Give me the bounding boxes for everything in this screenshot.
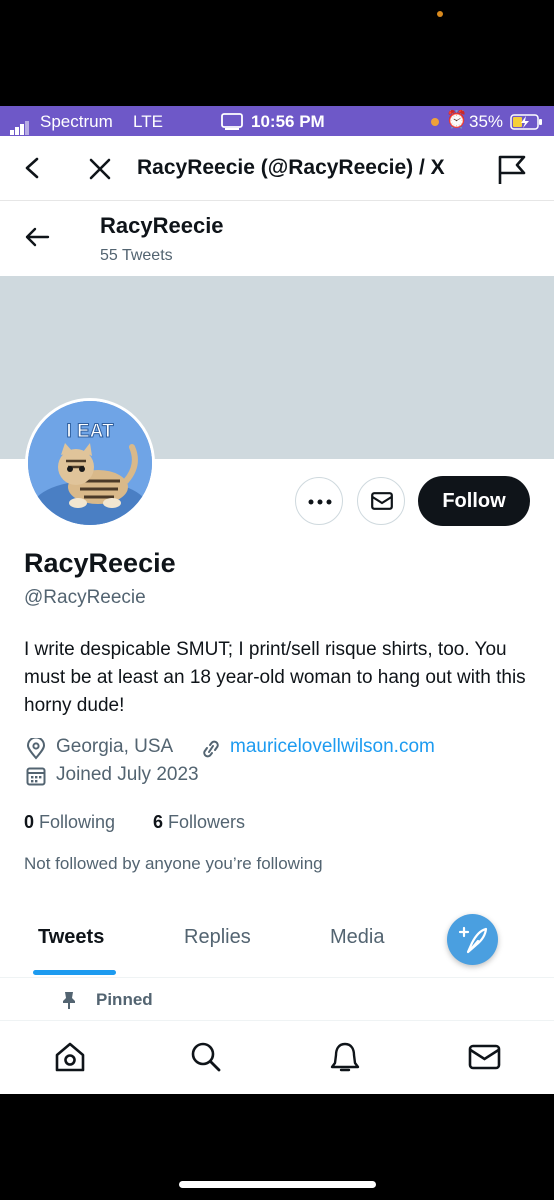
handle: @RacyReecie — [24, 587, 146, 608]
calendar-icon — [26, 767, 46, 786]
battery-icon — [510, 114, 542, 130]
screen-mirror-icon — [221, 113, 243, 130]
back-chevron-icon[interactable] — [22, 156, 44, 180]
flag-icon[interactable] — [496, 153, 530, 187]
pinned-label: Pinned — [96, 990, 153, 1009]
tab-tweets[interactable]: Tweets — [38, 926, 104, 949]
following-count: 0 — [24, 812, 35, 832]
back-arrow-icon[interactable] — [24, 226, 50, 248]
followers-stat[interactable]: 6 Followers — [153, 812, 245, 833]
joined-date: Joined July 2023 — [56, 764, 199, 785]
browser-header: RacyReecie (@RacyReecie) / X — [0, 136, 554, 201]
pin-icon — [63, 992, 75, 1009]
followers-count: 6 — [153, 812, 164, 832]
status-bar: Spectrum LTE 10:56 PM ⏰ 35% — [0, 106, 554, 136]
home-indicator — [179, 1181, 376, 1188]
notifications-icon[interactable] — [329, 1041, 361, 1073]
camera-indicator — [437, 11, 443, 17]
tweet-count: 55 Tweets — [100, 247, 173, 264]
messages-icon[interactable] — [468, 1041, 502, 1073]
not-followed-note: Not followed by anyone you’re following — [24, 854, 323, 873]
followers-label: Followers — [168, 812, 246, 832]
more-icon — [308, 499, 332, 505]
website-link[interactable]: mauricelovellwilson.com — [230, 736, 435, 758]
tab-divider — [0, 977, 554, 978]
link-icon — [203, 740, 219, 758]
avatar-image: I EAT — [28, 401, 152, 525]
search-icon[interactable] — [190, 1041, 222, 1073]
avatar-text: I EAT — [66, 421, 114, 442]
tab-media[interactable]: Media — [330, 926, 384, 949]
alarm-icon: ⏰ — [446, 110, 468, 129]
home-icon[interactable] — [54, 1041, 86, 1073]
location: Georgia, USA — [56, 736, 174, 757]
mail-icon — [371, 492, 393, 510]
location-icon — [26, 738, 46, 760]
avatar[interactable]: I EAT — [25, 398, 155, 528]
follow-button[interactable]: Follow — [418, 476, 530, 526]
signal-icon — [10, 115, 30, 135]
following-stat[interactable]: 0 Following — [24, 812, 115, 833]
clock: 10:56 PM — [251, 112, 325, 131]
tab-replies[interactable]: Replies — [184, 926, 251, 949]
compose-button[interactable] — [447, 914, 498, 965]
carrier-label: Spectrum — [40, 112, 113, 131]
network-label: LTE — [133, 112, 163, 131]
more-button[interactable] — [295, 477, 343, 525]
close-icon[interactable] — [88, 157, 112, 181]
following-label: Following — [39, 812, 116, 832]
active-tab-indicator — [33, 970, 116, 975]
bottom-nav — [0, 1020, 554, 1094]
display-name: RacyReecie — [24, 548, 176, 578]
app-screen: RacyReecie (@RacyReecie) / X RacyReecie … — [0, 136, 554, 1094]
recording-dot — [431, 118, 439, 126]
profile-header: RacyReecie 55 Tweets — [0, 200, 554, 276]
bio: I write despicable SMUT; I print/sell ri… — [24, 639, 526, 716]
message-button[interactable] — [357, 477, 405, 525]
browser-title: RacyReecie (@RacyReecie) / X — [137, 156, 445, 179]
compose-icon — [458, 926, 488, 954]
header-name: RacyReecie — [100, 213, 224, 238]
battery-label: 35% — [469, 112, 504, 131]
